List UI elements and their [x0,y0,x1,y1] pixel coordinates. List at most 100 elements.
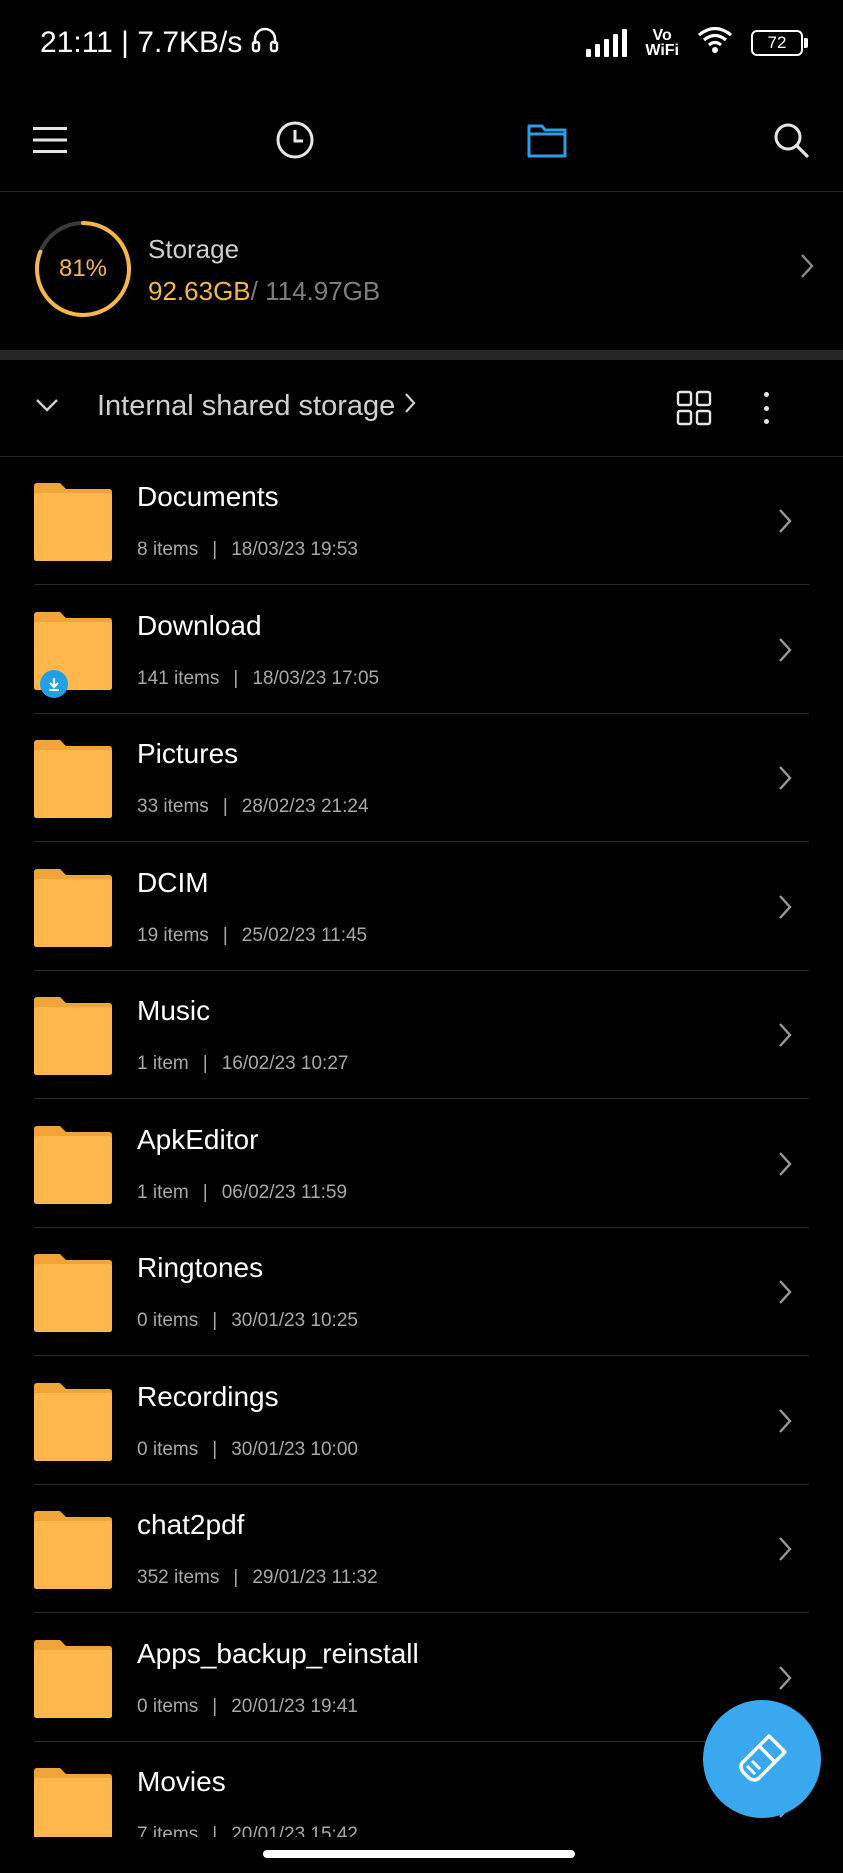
folder-meta: 1 item | 16/02/23 10:27 [137,1053,348,1075]
folder-name: Pictures [137,738,239,769]
folder-date: 30/01/23 10:25 [231,1310,358,1331]
vowifi-indicator: Vo WiFi [645,26,679,58]
meta-separator: | [212,1824,218,1837]
folder-icon [34,483,112,561]
folder-meta: 0 items | 30/01/23 10:00 [137,1439,358,1461]
folder-item-count: 141 items [137,667,220,689]
folder-meta: 33 items | 28/02/23 21:24 [137,796,369,818]
folder-meta: 19 items | 25/02/23 11:45 [137,925,367,947]
folder-name: ApkEditor [137,1123,259,1155]
folder-item-count: 0 items [137,1438,199,1460]
meta-separator: | [222,796,228,817]
folder-date: 20/01/23 19:41 [231,1695,358,1717]
folder-item-count: 1 item [137,1053,189,1074]
status-right: Vo WiFi 72 [586,26,808,59]
chevron-right-icon [777,1278,793,1311]
chevron-right-icon [777,636,793,669]
folder-tab-icon[interactable] [519,112,575,168]
folder-item-count: 1 item [137,1181,189,1203]
status-left: 21:11 | 7.7KB/s [40,24,280,62]
chevron-right-icon [777,1150,793,1183]
folder-date: 30/01/23 10:00 [231,1438,358,1460]
folder-name: Music [137,995,211,1026]
folder-row[interactable]: chat2pdf 352 items | 29/01/23 11:32 [0,1485,843,1613]
folder-item-count: 0 items [137,1310,199,1331]
folder-meta: 8 items | 18/03/23 19:53 [137,539,358,561]
folder-icon [34,1382,112,1461]
folder-item-count: 8 items [137,539,199,560]
grid-view-icon[interactable] [674,388,714,428]
folder-row[interactable]: Ringtones 0 items | 30/01/23 10:25 [0,1228,843,1356]
folder-icon [34,868,112,947]
search-icon[interactable] [763,112,819,168]
meta-separator: | [212,1695,218,1717]
meta-separator: | [212,1438,218,1460]
storage-sizes: 92.63GB/ 114.97GB [148,276,380,307]
path-bar: Internal shared storage [0,362,843,454]
folder-name: Download [137,609,262,641]
more-options-icon[interactable] [748,386,784,430]
chevron-right-icon [777,1535,793,1568]
folder-meta: 141 items | 18/03/23 17:05 [137,668,379,690]
chevron-right-icon [777,1407,793,1440]
folder-date: 18/03/23 17:05 [252,667,380,689]
home-indicator[interactable] [263,1850,575,1858]
cell-signal-icon [586,28,628,57]
folder-date: 18/03/23 19:53 [231,539,358,560]
recent-clock-icon[interactable] [267,112,323,168]
folder-row[interactable]: Music 1 item | 16/02/23 10:27 [0,971,843,1099]
folder-row[interactable]: Download 141 items | 18/03/23 17:05 [0,586,843,714]
folder-item-count: 19 items [137,924,209,946]
menu-icon[interactable] [22,112,78,168]
folder-name: Documents [137,481,279,512]
folder-meta: 7 items | 20/01/23 15:42 [137,1824,358,1837]
folder-name: Recordings [137,1380,279,1412]
folder-item-count: 7 items [137,1824,199,1837]
folder-row[interactable]: Pictures 33 items | 28/02/23 21:24 [0,714,843,842]
folder-row[interactable]: ApkEditor 1 item | 06/02/23 11:59 [0,1100,843,1228]
folder-icon [34,740,112,818]
folder-item-count: 352 items [137,1567,220,1588]
folder-icon [34,997,112,1075]
folder-meta: 1 item | 06/02/23 11:59 [137,1182,347,1204]
section-divider [0,350,843,360]
storage-title: Storage [148,234,240,264]
status-bar: 21:11 | 7.7KB/s Vo WiFi 72 [0,0,843,90]
storage-card[interactable]: 81% Storage 92.63GB/ 114.97GB [0,192,843,350]
breadcrumb[interactable]: Internal shared storage [97,390,417,423]
folder-icon [34,1511,112,1589]
folder-icon [34,1768,112,1837]
chevron-down-icon[interactable] [34,392,60,423]
folder-date: 16/02/23 10:27 [221,1053,349,1074]
folder-icon [34,1639,112,1718]
folder-date: 29/01/23 11:32 [252,1567,378,1588]
folder-date: 25/02/23 11:45 [241,924,368,946]
folder-row[interactable]: DCIM 19 items | 25/02/23 11:45 [0,843,843,971]
folder-date: 20/01/23 15:42 [231,1824,358,1837]
chevron-right-icon [403,390,417,423]
folder-date: 06/02/23 11:59 [221,1181,348,1203]
folder-row[interactable]: Documents 8 items | 18/03/23 19:53 [0,457,843,585]
vowifi-top: Vo [652,26,672,44]
meta-separator: | [212,539,218,560]
meta-separator: | [202,1181,208,1203]
folder-name: Movies [137,1766,226,1797]
folder-name: Apps_backup_reinstall [137,1637,419,1669]
chevron-right-icon [777,507,793,540]
meta-separator: | [222,924,228,946]
folder-icon [34,1254,112,1332]
folder-row[interactable]: Recordings 0 items | 30/01/23 10:00 [0,1357,843,1485]
meta-separator: | [233,667,239,689]
clean-brush-button[interactable] [703,1700,821,1818]
meta-separator: | [202,1053,208,1074]
breadcrumb-label: Internal shared storage [97,390,396,422]
chevron-right-icon [799,252,815,285]
meta-separator: | [233,1567,239,1588]
brush-icon [739,1734,787,1782]
storage-used: 92.63GB [148,276,251,306]
folder-meta: 0 items | 30/01/23 10:25 [137,1310,358,1332]
folder-meta: 352 items | 29/01/23 11:32 [137,1567,378,1589]
wifi-icon [697,26,733,59]
chevron-right-icon [777,893,793,926]
chevron-right-icon [777,764,793,797]
